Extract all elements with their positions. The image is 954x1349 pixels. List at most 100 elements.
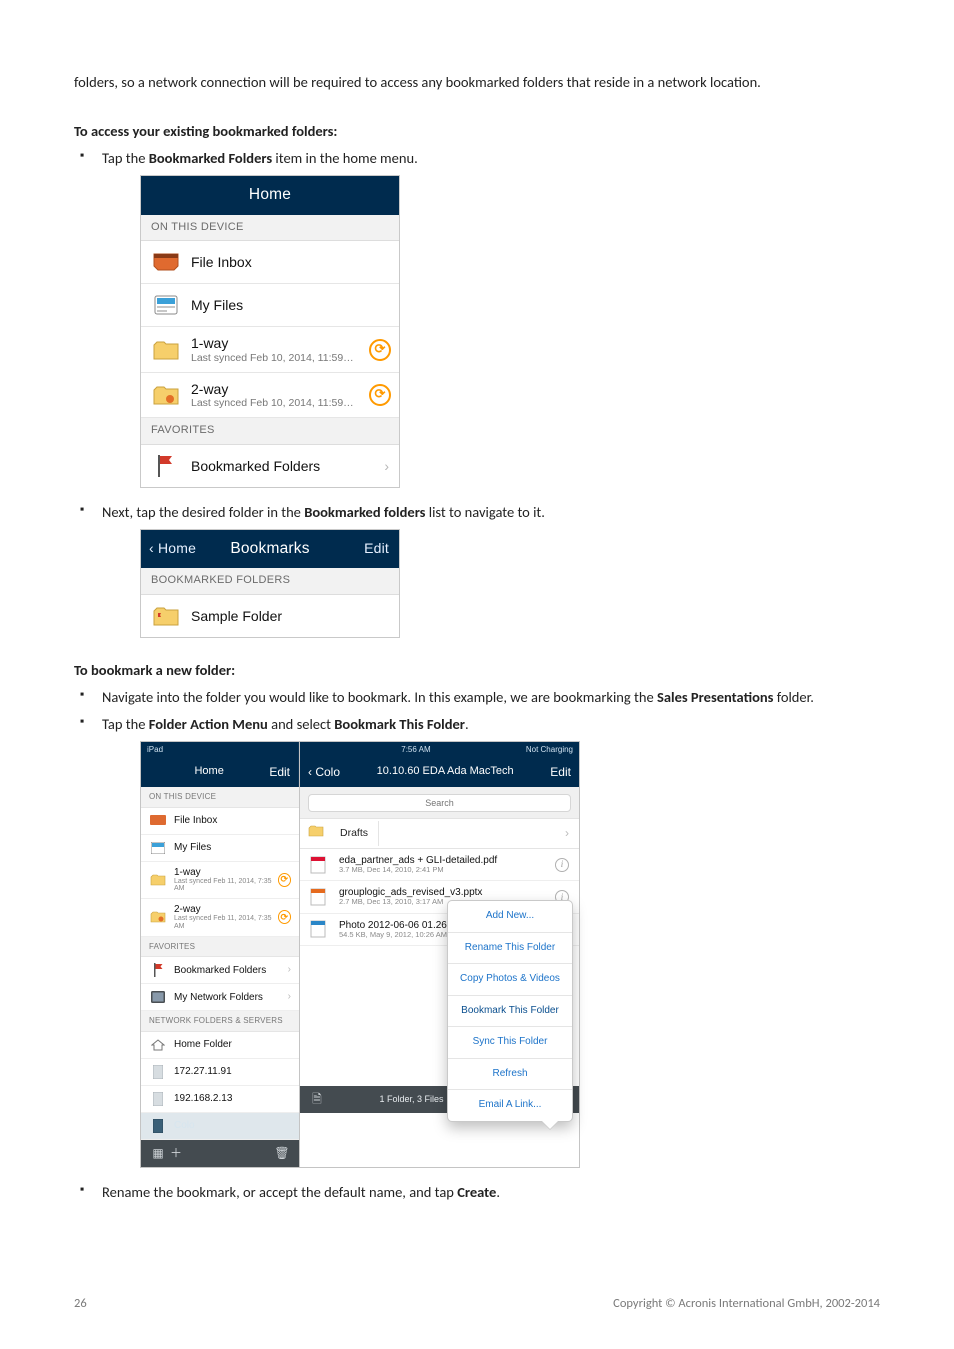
- content-title: 10.10.60 EDA Ada MacTech: [377, 764, 514, 780]
- server-icon: [149, 1091, 167, 1107]
- list-item: Tap the Folder Action Menu and select Bo…: [98, 714, 880, 1168]
- sidebar-item-1way[interactable]: 1-wayLast synced Feb 11, 2014, 7:35 AM ⟳: [141, 862, 299, 899]
- my-files-row[interactable]: My Files: [141, 284, 399, 327]
- popover-refresh[interactable]: Refresh: [448, 1059, 572, 1091]
- screenshot-bookmarks: ‹ Home Bookmarks Edit BOOKMARKED FOLDERS…: [140, 529, 400, 638]
- navbar-title: Bookmarks: [230, 540, 309, 557]
- list-item: Rename the bookmark, or accept the defau…: [98, 1182, 880, 1203]
- screenshot-tablet: iPad Home Edit ON THIS DEVICE File Inbox: [140, 741, 580, 1168]
- sidebar-item-sub: Last synced Feb 11, 2014, 7:35 AM: [174, 915, 278, 930]
- sync-icon: ⟳: [369, 384, 391, 406]
- section-bookmark-title: To bookmark a new folder:: [74, 660, 880, 681]
- sidebar-item-inbox[interactable]: File Inbox: [141, 808, 299, 835]
- inbox-icon: [149, 813, 167, 829]
- sidebar-item-srv2[interactable]: 192.168.2.13: [141, 1086, 299, 1113]
- chevron-right-icon: ›: [555, 825, 579, 842]
- intro-paragraph: folders, so a network connection will be…: [74, 72, 880, 93]
- sidebar-item-srv1[interactable]: 172.27.11.91: [141, 1059, 299, 1086]
- sidebar-item-label: 192.168.2.13: [174, 1093, 232, 1104]
- group-header-device: ON THIS DEVICE: [141, 215, 399, 242]
- sidebar-item-label: My Network Folders: [174, 992, 263, 1003]
- png-icon: [310, 920, 330, 938]
- folder-icon: [151, 382, 181, 408]
- step-text: .: [496, 1183, 500, 1201]
- sample-folder-row[interactable]: Sample Folder: [141, 595, 399, 637]
- back-button[interactable]: ‹ Home: [149, 538, 196, 558]
- sidebar-item-label: My Files: [174, 842, 211, 853]
- bold: Bookmark This Folder: [334, 715, 465, 733]
- sidebar-item-mynetwork[interactable]: My Network Folders ›: [141, 984, 299, 1011]
- sidebar-item-bookmarked[interactable]: Bookmarked Folders ›: [141, 957, 299, 984]
- sidebar-item-sub: Last synced Feb 11, 2014, 7:35 AM: [174, 878, 278, 893]
- folder-icon: [308, 823, 324, 844]
- folder-icon: [151, 337, 181, 363]
- grid-icon[interactable]: ▦: [149, 1145, 167, 1162]
- back-button[interactable]: ‹ Colo: [308, 764, 340, 781]
- sync-icon: ⟳: [278, 910, 291, 924]
- step-text: Rename the bookmark, or accept the defau…: [102, 1183, 457, 1201]
- two-way-row[interactable]: 2-way Last synced Feb 10, 2014, 11:59… ⟳: [141, 373, 399, 418]
- doc-icon[interactable]: 🗎: [308, 1091, 326, 1108]
- bookmarks-navbar: ‹ Home Bookmarks Edit: [141, 530, 399, 568]
- sidebar-item-label: Home Folder: [174, 1039, 232, 1050]
- breadcrumb: Drafts ›: [300, 819, 579, 849]
- popover-sync[interactable]: Sync This Folder: [448, 1027, 572, 1059]
- edit-button[interactable]: Edit: [364, 538, 389, 558]
- sidebar-item-colo[interactable]: Colo: [141, 1113, 299, 1140]
- screenshot-home: Home ON THIS DEVICE File Inbox My Files: [140, 175, 400, 488]
- sidebar-item-myfiles[interactable]: My Files: [141, 835, 299, 862]
- copyright: Copyright © Acronis International GmbH, …: [613, 1295, 880, 1313]
- list-item: Navigate into the folder you would like …: [98, 687, 880, 708]
- file-inbox-row[interactable]: File Inbox: [141, 241, 399, 284]
- search-bar: [300, 787, 579, 819]
- step-text: and select: [268, 715, 334, 733]
- search-input[interactable]: [308, 794, 571, 812]
- add-icon[interactable]: ＋: [167, 1145, 185, 1162]
- folder-icon: [151, 603, 181, 629]
- file-meta: 3.7 MB, Dec 14, 2010, 2:41 PM: [339, 866, 497, 874]
- popover-rename[interactable]: Rename This Folder: [448, 933, 572, 965]
- folder-action-popover: Add New... Rename This Folder Copy Photo…: [447, 900, 573, 1122]
- one-way-row[interactable]: 1-way Last synced Feb 10, 2014, 11:59… ⟳: [141, 327, 399, 372]
- sync-icon: ⟳: [369, 339, 391, 361]
- sidebar-item-2way[interactable]: 2-wayLast synced Feb 11, 2014, 7:35 AM ⟳: [141, 899, 299, 936]
- bookmarked-folders-row[interactable]: Bookmarked Folders ›: [141, 445, 399, 487]
- trash-icon[interactable]: 🗑: [273, 1145, 291, 1162]
- row-label: My Files: [191, 297, 243, 313]
- popover-email-link[interactable]: Email A Link...: [448, 1090, 572, 1121]
- row-label: 2-way: [191, 381, 354, 397]
- popover-copy-photos[interactable]: Copy Photos & Videos: [448, 964, 572, 996]
- row-sub: Last synced Feb 10, 2014, 11:59…: [191, 397, 354, 409]
- group-header: ON THIS DEVICE: [141, 787, 299, 808]
- chevron-right-icon: ›: [288, 990, 291, 1005]
- file-row[interactable]: eda_partner_ads + GLI-detailed.pdf3.7 MB…: [300, 849, 579, 881]
- back-label: Home: [158, 540, 196, 556]
- sidebar-edit-button[interactable]: Edit: [269, 764, 290, 781]
- info-icon[interactable]: i: [555, 858, 569, 872]
- step-text: item in the home menu.: [272, 149, 418, 167]
- status-left: iPad: [147, 744, 163, 756]
- card-icon: [151, 292, 181, 318]
- sidebar-item-home[interactable]: Home Folder: [141, 1032, 299, 1059]
- step-text: .: [465, 715, 469, 733]
- folder-icon: [149, 909, 167, 925]
- step-text: folder.: [773, 688, 813, 706]
- popover-add-new[interactable]: Add New...: [448, 901, 572, 933]
- folder-icon: [149, 872, 167, 888]
- sidebar-title: Home: [194, 764, 223, 780]
- step-text: Tap the: [102, 715, 149, 733]
- bold: Folder Action Menu: [149, 715, 268, 733]
- sidebar-toolbar: ▦ ＋ 🗑: [141, 1140, 299, 1167]
- chevron-right-icon: ›: [288, 963, 291, 978]
- row-sub: Last synced Feb 10, 2014, 11:59…: [191, 352, 354, 364]
- sidebar-item-label: File Inbox: [174, 815, 217, 826]
- sidebar-item-label: Colo: [174, 1120, 195, 1131]
- edit-button[interactable]: Edit: [550, 764, 571, 781]
- home-icon: [149, 1037, 167, 1053]
- bold: Bookmarked Folders: [149, 149, 272, 167]
- breadcrumb-item[interactable]: Drafts: [330, 821, 379, 846]
- step-text: list to navigate to it.: [425, 503, 544, 521]
- popover-bookmark[interactable]: Bookmark This Folder: [448, 996, 572, 1028]
- sidebar-item-label: 172.27.11.91: [174, 1066, 232, 1077]
- list-item: Tap the Bookmarked Folders item in the h…: [98, 148, 880, 488]
